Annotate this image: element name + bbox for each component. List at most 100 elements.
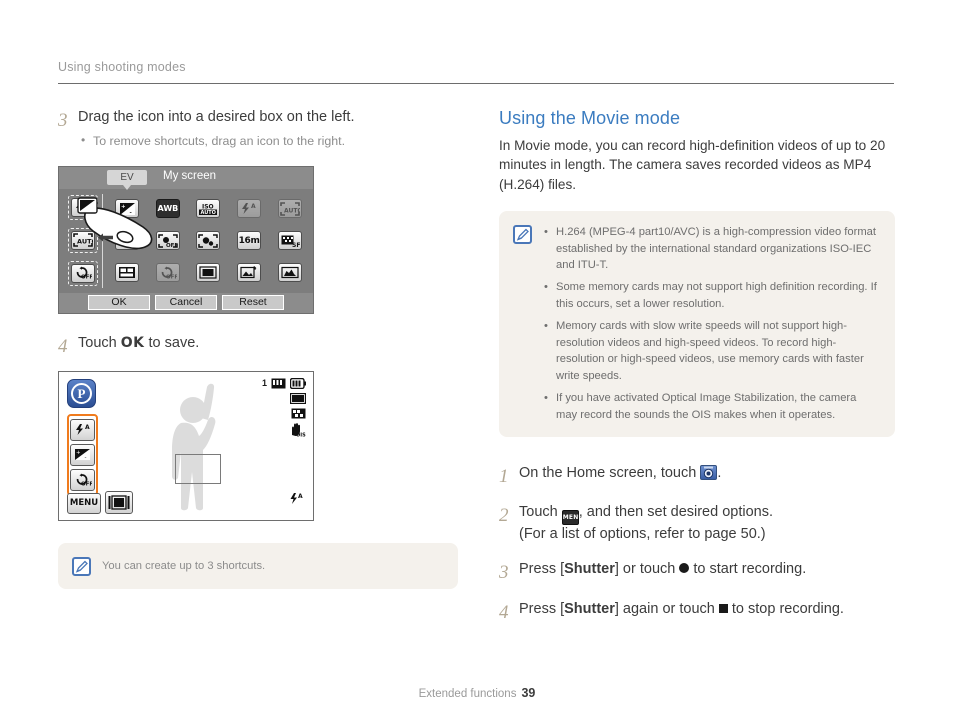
- movie-mode-icon: [700, 464, 718, 480]
- svg-text:OFF: OFF: [81, 275, 92, 281]
- reset-button[interactable]: Reset: [222, 295, 284, 311]
- shortcut-slot-2[interactable]: AUTO: [67, 227, 98, 253]
- resolution-16m-icon[interactable]: 16m: [237, 231, 262, 251]
- my-screen-icon-grid: +- AWB ISOAUTO A AUTO OFF: [103, 194, 309, 288]
- movie-step-2: 2 Touch MENU, and then set desired optio…: [499, 503, 895, 545]
- step-3-body: Drag the icon into a desired box on the …: [78, 108, 354, 152]
- my-screen-mock: EV My screen A AUTO: [58, 165, 314, 314]
- timer-off-icon: OFF: [70, 263, 95, 283]
- movie-step-4-body: Press [Shutter] again or touch to stop r…: [519, 600, 844, 620]
- note-bullet-3: Memory cards with slow write speeds will…: [543, 318, 879, 385]
- memory-card-icon: [271, 378, 286, 389]
- my-screen-body: A AUTO O: [59, 188, 313, 293]
- preview-flash-status-icon: A: [289, 492, 304, 510]
- movie-step-3-post: to start recording.: [689, 560, 807, 577]
- split-view-icon[interactable]: [115, 263, 140, 283]
- running-head-text: Using shooting modes: [58, 60, 186, 74]
- movie-step-2-post: , and then set desired options.: [578, 504, 774, 521]
- movie-step-1-number: 1: [499, 465, 509, 487]
- face-detect-icon[interactable]: [196, 231, 221, 251]
- movie-step-3-number: 3: [499, 561, 509, 583]
- step-4-text-pre: Touch: [78, 334, 121, 351]
- ev-icon[interactable]: + -: [115, 199, 140, 219]
- left-note-text: You can create up to 3 shortcuts.: [102, 559, 266, 572]
- movie-mode-intro: In Movie mode, you can record high-defin…: [499, 138, 886, 192]
- movie-step-4-post: to stop recording.: [727, 600, 844, 617]
- display-mode-button[interactable]: [105, 490, 133, 514]
- camera-preview-mock: P A + - OFF MENU 1 OIS A: [58, 370, 314, 521]
- movie-step-4-pre: Press [: [519, 600, 565, 617]
- svg-text:SF: SF: [292, 242, 300, 248]
- svg-text:AUTO: AUTO: [284, 207, 300, 214]
- left-column: 3 Drag the icon into a desired box on th…: [58, 108, 458, 589]
- histogram-icon[interactable]: [277, 263, 302, 283]
- ois-icon: OIS: [292, 422, 306, 437]
- timer-off-icon-grid[interactable]: OFF: [155, 263, 180, 283]
- preview-flash-auto-icon[interactable]: A: [70, 418, 95, 441]
- person-silhouette: [145, 380, 235, 517]
- mode-letter: P: [71, 382, 92, 404]
- preview-ev-icon[interactable]: + -: [70, 443, 95, 466]
- step-4-number: 4: [58, 335, 68, 357]
- running-head-rule: [58, 83, 894, 84]
- camera-preview-screen: P A + - OFF MENU 1 OIS A: [59, 371, 313, 520]
- drag-direction-arrow: [98, 229, 113, 242]
- menu-button[interactable]: MENU: [67, 492, 101, 514]
- movie-mode-steps: 1 On the Home screen, touch . 2 Touch ME…: [499, 464, 895, 625]
- ok-button[interactable]: OK: [88, 295, 150, 311]
- preview-shortcut-group: A + - OFF: [67, 413, 98, 496]
- movie-step-2-line2: (For a list of options, refer to page 50…: [519, 526, 766, 543]
- movie-step-2-pre: Touch: [519, 504, 562, 521]
- quality-sf-icon[interactable]: SF: [277, 231, 302, 251]
- my-screen-button-bar: OK Cancel Reset: [59, 292, 313, 313]
- my-screen-titlebar: EV My screen: [59, 166, 313, 190]
- step-3-text: Drag the icon into a desired box on the …: [78, 109, 355, 125]
- af-auto-icon: AUTO: [70, 230, 95, 250]
- stop-square-icon: [718, 603, 728, 613]
- menu-icon: MENU: [561, 510, 583, 526]
- step-3-number: 3: [58, 110, 68, 131]
- flash-auto-icon-grid[interactable]: A: [237, 199, 262, 219]
- footer-page-number: 39: [521, 686, 536, 700]
- right-column: Using the Movie mode In Movie mode, you …: [499, 108, 895, 639]
- preview-timer-off-icon[interactable]: OFF: [70, 468, 95, 491]
- right-note-list: H.264 (MPEG-4 part10/AVC) is a high-comp…: [543, 224, 879, 424]
- photo-edit-icon[interactable]: [237, 263, 262, 283]
- note-pen-icon-right: [513, 224, 532, 244]
- frame-guide-icon[interactable]: [196, 263, 221, 283]
- movie-step-3-mid: ] or touch: [614, 560, 680, 577]
- step-4-body: Touch OK to save.: [78, 334, 199, 354]
- cancel-button[interactable]: Cancel: [155, 295, 217, 311]
- svg-text:OFF: OFF: [166, 274, 177, 280]
- quality-icon: [291, 408, 306, 419]
- movie-step-1-post: .: [717, 464, 722, 481]
- shortcut-slot-3[interactable]: OFF: [67, 260, 98, 286]
- page-title: Using the Movie mode: [499, 108, 681, 128]
- movie-step-1: 1 On the Home screen, touch .: [499, 464, 895, 489]
- svg-text:OFF: OFF: [166, 243, 178, 248]
- running-head: Using shooting modes: [58, 60, 894, 84]
- shots-remaining-count: 1: [261, 378, 267, 389]
- my-screen-title: My screen: [163, 169, 217, 182]
- shutter-key-label-4: Shutter: [564, 600, 615, 617]
- drive-mode-icon[interactable]: [115, 231, 140, 251]
- movie-step-4-mid: ] again or touch: [614, 600, 719, 617]
- note-bullet-4: If you have activated Optical Image Stab…: [543, 390, 879, 424]
- af-auto-icon-grid[interactable]: AUTO: [277, 199, 302, 219]
- iso-auto-icon[interactable]: ISO AUTO: [196, 199, 221, 219]
- svg-text:AUTO: AUTO: [77, 238, 93, 246]
- right-note-box: H.264 (MPEG-4 part10/AVC) is a high-comp…: [499, 210, 895, 437]
- step-4-text-post: to save.: [144, 334, 200, 351]
- svg-text:+: +: [76, 450, 81, 456]
- svg-text:A: A: [85, 424, 90, 431]
- movie-step-1-pre: On the Home screen, touch: [519, 464, 701, 481]
- note-bullet-1: H.264 (MPEG-4 part10/AVC) is a high-comp…: [543, 224, 879, 274]
- left-note-box: You can create up to 3 shortcuts.: [58, 542, 458, 589]
- face-detect-off-icon[interactable]: OFF: [155, 231, 180, 251]
- svg-text:-: -: [129, 210, 131, 216]
- note-bullet-2: Some memory cards may not support high d…: [543, 279, 879, 313]
- ev-tooltip: EV: [107, 169, 147, 190]
- movie-step-4-number: 4: [499, 601, 509, 623]
- awb-icon[interactable]: AWB: [155, 199, 180, 219]
- movie-step-3-body: Press [Shutter] or touch to start record…: [519, 560, 806, 580]
